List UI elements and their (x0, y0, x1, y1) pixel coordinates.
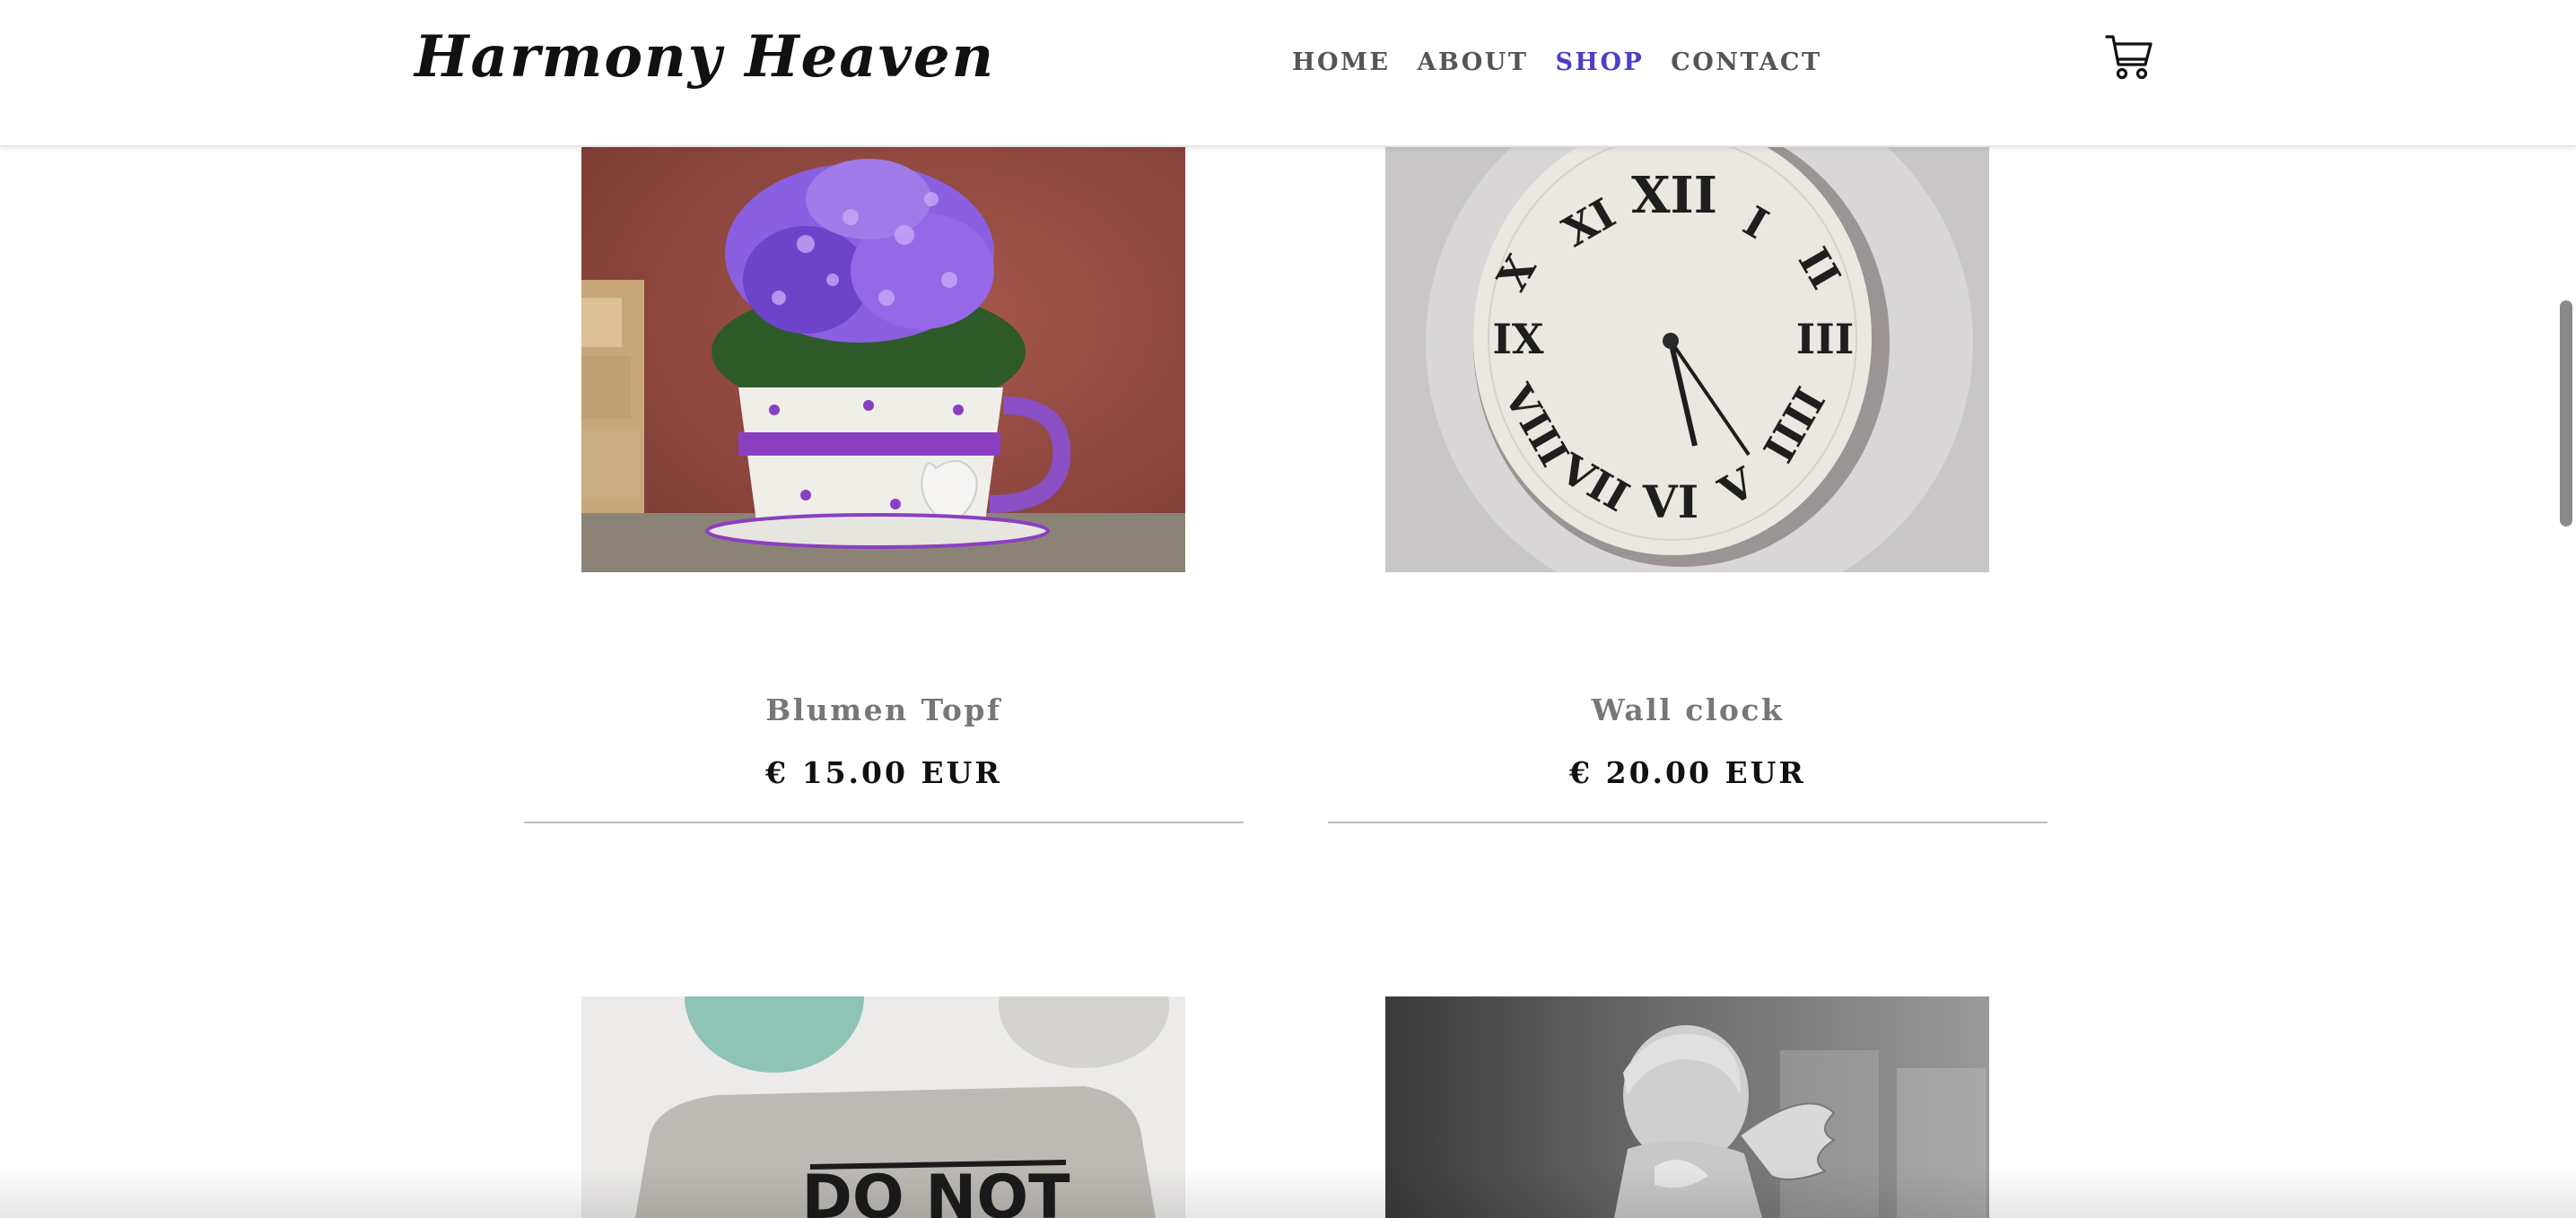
svg-text:VI: VI (1642, 475, 1698, 528)
svg-text:IX: IX (1492, 315, 1544, 363)
site-logo[interactable]: Harmony Heaven (415, 23, 995, 91)
svg-text:XII: XII (1631, 166, 1717, 225)
nav-shop[interactable]: SHOP (1555, 48, 1644, 76)
nav-about[interactable]: ABOUT (1418, 48, 1529, 76)
product-name[interactable]: Wall clock (1328, 692, 2048, 727)
product-image-wall-clock[interactable]: XII I II III IIII V VI VII VIII IX X XI (1385, 145, 1989, 572)
main-nav: HOME ABOUT SHOP CONTACT (1292, 48, 1822, 76)
bottom-shadow (0, 1166, 2576, 1218)
scrollbar-thumb[interactable] (2560, 300, 2572, 526)
product-divider (524, 822, 1244, 823)
product-name[interactable]: Blumen Topf (524, 692, 1244, 727)
nav-contact[interactable]: CONTACT (1671, 48, 1821, 76)
product-divider (1328, 822, 2048, 823)
product-image-flower-pot[interactable] (581, 145, 1185, 572)
product-image-angel-statue[interactable] (1385, 996, 1989, 1218)
nav-home[interactable]: HOME (1292, 48, 1391, 76)
site-header: Harmony Heaven HOME ABOUT SHOP CONTACT (0, 0, 2576, 147)
product-price: € 15.00 EUR (765, 755, 1002, 790)
product-image-pillow[interactable]: DO NOT (581, 996, 1185, 1218)
shopping-cart-icon[interactable] (2104, 32, 2154, 83)
svg-text:DO NOT: DO NOT (801, 1162, 1070, 1218)
product-price: € 20.00 EUR (1569, 755, 1806, 790)
svg-text:III: III (1796, 315, 1855, 363)
